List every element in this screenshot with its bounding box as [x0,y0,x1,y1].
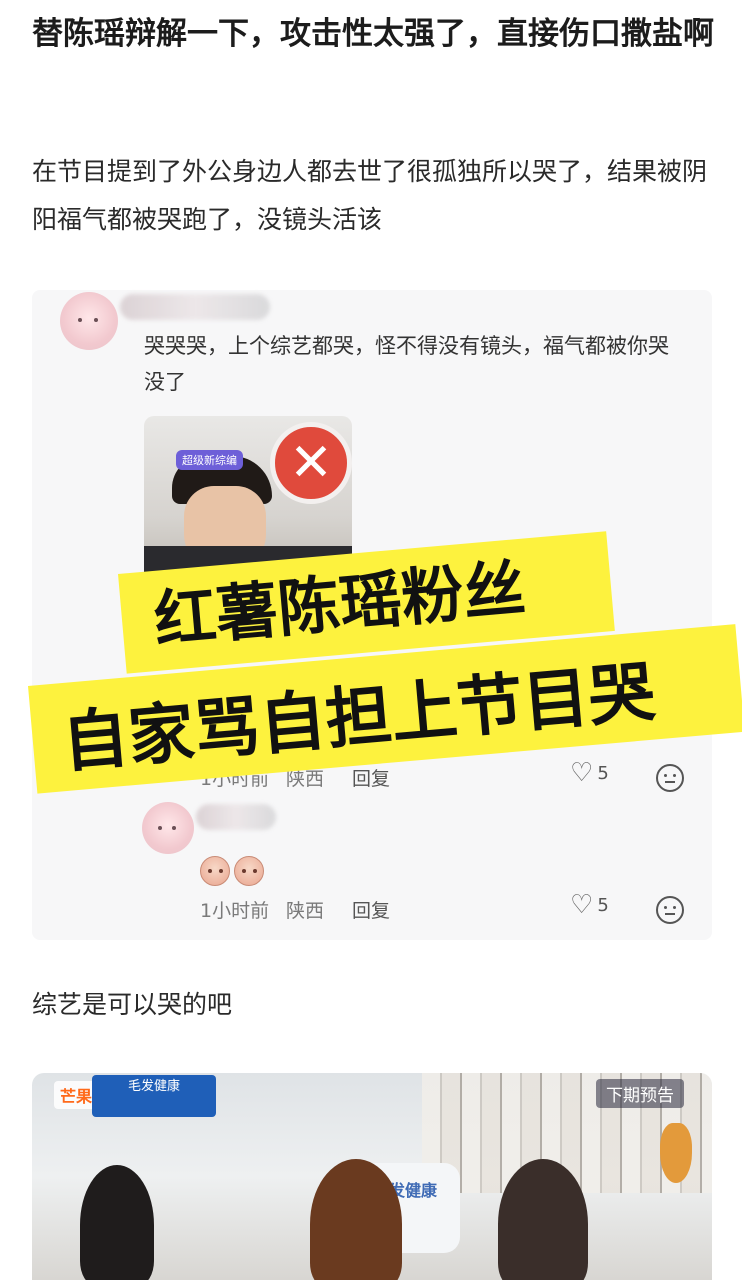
post-paragraph-2: 综艺是可以哭的吧 [32,990,233,1019]
comment1-reply-button[interactable]: 回复 [352,764,390,791]
heart-icon: ♡ [570,890,594,920]
dislike-face-icon[interactable] [656,764,684,792]
x-sign-icon: ✕ [270,422,352,504]
comment2-emoji-content [200,856,264,886]
comment2-time: 1小时前 [200,900,270,922]
dislike-face-icon[interactable] [656,896,684,924]
comment2-like-button[interactable]: ♡ 5 [570,892,609,918]
heart-icon: ♡ [570,758,594,788]
crying-face-icon [200,856,230,886]
preview-badge: 下期预告 [596,1079,684,1108]
crying-face-icon [234,856,264,886]
guitar-icon [660,1123,692,1183]
video-thumbnail[interactable]: 芒果tv 毛发健康 下期预告 毛发健康 [32,1073,712,1280]
person-right [498,1159,588,1280]
comment1-like-count: 5 [597,762,609,784]
person-left [80,1165,154,1280]
comment1-like-button[interactable]: ♡ 5 [570,760,609,786]
comment1-text: 哭哭哭，上个综艺都哭，怪不得没有镜头，福气都被你哭没了 [144,334,669,394]
comment2-like-count: 5 [597,894,609,916]
comment2-location: 陕西 [286,900,325,922]
comment2-avatar[interactable] [142,802,194,854]
comment2-username-blurred[interactable] [196,804,276,830]
person-center [310,1159,402,1280]
image-tag: 超级新综编 [176,450,243,470]
comment1-avatar[interactable] [60,292,118,350]
comment2-reply-button[interactable]: 回复 [352,896,390,923]
sponsor-sign: 毛发健康 [92,1075,216,1117]
post-title: 替陈瑶辩解一下，攻击性太强了，直接伤口撒盐啊 [32,16,714,52]
post-paragraph-1: 在节目提到了外公身边人都去世了很孤独所以哭了，结果被阴阳福气都被哭跑了，没镜头活… [32,157,708,234]
comment1-username-blurred[interactable] [120,294,270,320]
